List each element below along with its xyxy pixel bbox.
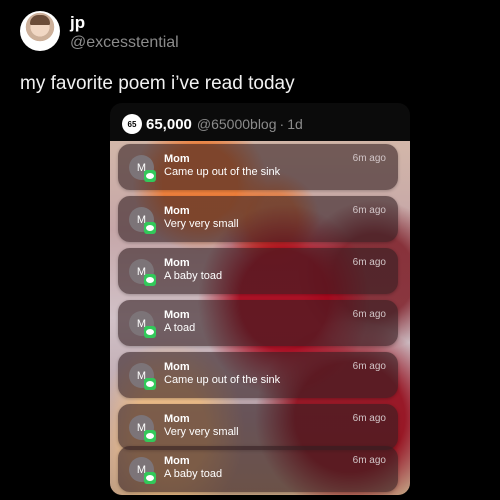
messages-icon [144,222,156,234]
notification-message: Came up out of the sink [164,166,281,178]
notification-card[interactable]: M Mom A baby toad 6m ago [118,248,398,294]
notification-message: Very very small [164,218,239,230]
quoted-author-handle[interactable]: @65000blog [197,116,277,132]
post-header: jp @excesstential [0,0,500,70]
notification-time: 6m ago [352,153,386,164]
notification-time: 6m ago [352,309,386,320]
post-text: my favorite poem i’ve read today [20,73,295,94]
quoted-post-age: 1d [287,116,303,132]
notification-card[interactable]: M Mom Came up out of the sink 6m ago [118,352,398,398]
separator-dot: · [279,116,285,132]
notification-card[interactable]: M Mom A toad 6m ago [118,300,398,346]
notification-sender: Mom [164,455,190,467]
notification-message: A baby toad [164,468,223,480]
notification-card[interactable]: M Mom Very very small 6m ago [118,196,398,242]
notification-time: 6m ago [352,257,386,268]
messages-icon [144,170,156,182]
notification-message: A baby toad [164,270,223,282]
notification-sender: Mom [164,205,190,217]
notification-time: 6m ago [352,413,386,424]
author-name[interactable]: jp [70,13,85,33]
notification-time: 6m ago [352,205,386,216]
notification-card[interactable]: M Mom Very very small 6m ago [118,404,398,450]
author-handle[interactable]: @excesstential [70,34,179,52]
messages-icon [144,378,156,390]
notification-message: Came up out of the sink [164,374,281,386]
messages-icon [144,326,156,338]
notification-message: A toad [164,322,196,334]
messages-icon [144,274,156,286]
quoted-screenshot[interactable]: M Mom Came up out of the sink 6m ago M M… [110,141,410,495]
quoted-avatar[interactable]: 65 [122,114,142,134]
notification-time: 6m ago [352,455,386,466]
notification-sender: Mom [164,309,190,321]
notification-sender: Mom [164,413,190,425]
messages-icon [144,472,156,484]
author-avatar[interactable] [20,11,60,51]
notification-time: 6m ago [352,361,386,372]
notification-sender: Mom [164,361,190,373]
notification-message: Very very small [164,426,239,438]
notification-sender: Mom [164,153,190,165]
notification-sender: Mom [164,257,190,269]
notification-card[interactable]: M Mom Came up out of the sink 6m ago [118,144,398,190]
messages-icon [144,430,156,442]
quoted-post-header: 65 65,000 @65000blog · 1d [122,114,303,134]
quoted-post[interactable]: 65 65,000 @65000blog · 1d M Mom Came up … [110,103,410,495]
quoted-author-name[interactable]: 65,000 [146,116,192,133]
notification-card[interactable]: M Mom A baby toad 6m ago [118,446,398,492]
